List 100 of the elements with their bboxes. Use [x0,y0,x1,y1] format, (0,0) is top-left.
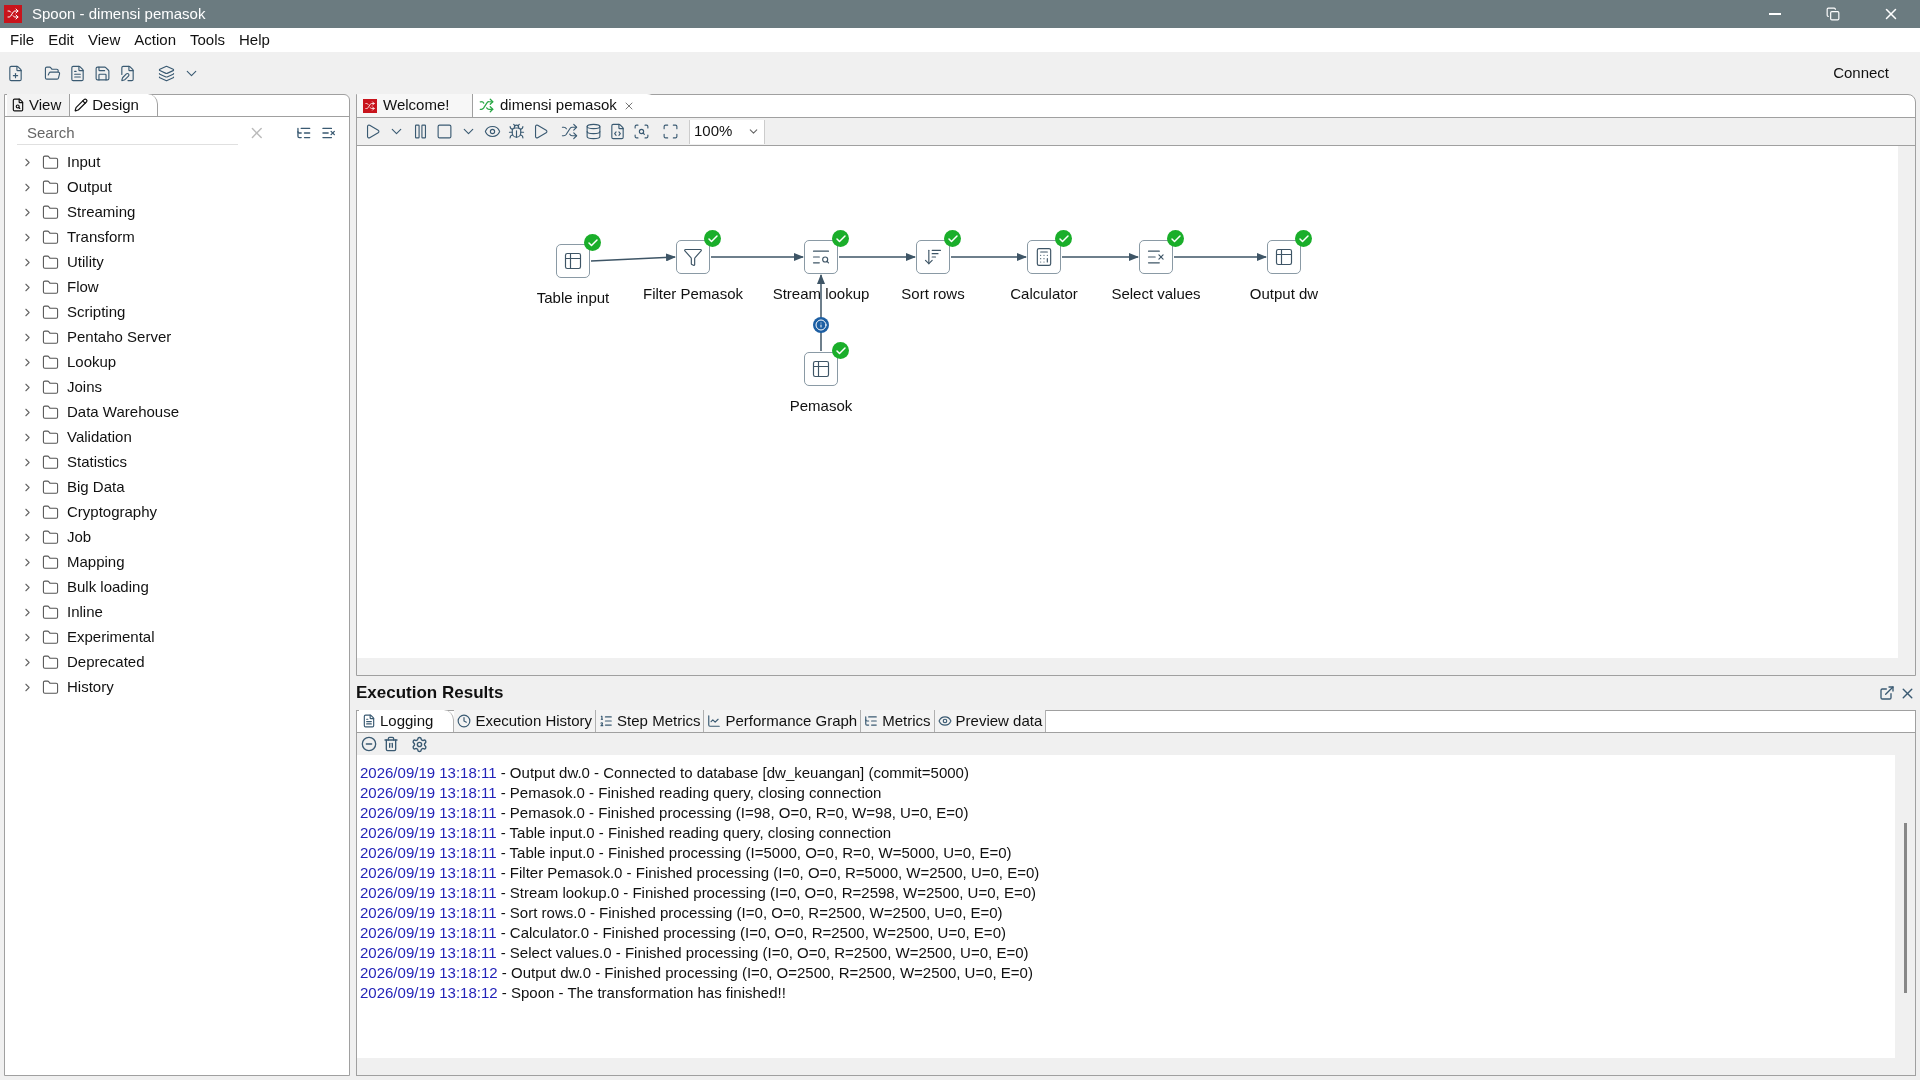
folder-icon [42,154,59,171]
results-tab[interactable]: Execution History [454,710,597,732]
tree-item[interactable]: Flow [5,275,349,300]
horizontal-scrollbar[interactable] [357,1058,1895,1075]
tree-item[interactable]: Output [5,175,349,200]
editor-tab[interactable]: Welcome! [357,94,472,117]
log-line: 2026/09/19 13:18:11 - Sort rows.0 - Finished processing (I=0, O=0, R=2500, W=2500, U=0, E=0) [360,903,1004,923]
panel-tab[interactable]: View [7,94,71,116]
step-label: Stream lookup [772,284,870,304]
folder-icon [42,454,59,471]
step-label: Filter Pemasok [643,284,743,304]
category-label: Validation [67,427,132,448]
folder-icon [42,679,59,696]
folder-icon [42,554,59,571]
tree-item[interactable]: Data Warehouse [5,400,349,425]
log-line: 2026/09/19 13:18:11 - Pemasok.0 - Finished processing (I=98, O=0, R=0, W=98, U=0, E=0) [360,803,970,823]
document-icon [362,714,376,728]
menu-item[interactable]: Help [232,28,277,52]
hop-arrow[interactable] [950,253,1027,261]
minus-icon[interactable] [361,736,377,752]
settings-icon[interactable] [411,735,428,753]
connect-button[interactable]: Connect [1830,61,1892,85]
step-node[interactable] [1027,240,1061,274]
menu-item[interactable]: Tools [183,28,232,52]
category-label: Streaming [67,202,136,223]
tree-item[interactable]: Statistics [5,450,349,475]
category-label: Experimental [67,627,155,648]
trash-icon[interactable] [383,736,399,752]
step-node[interactable] [1139,240,1173,274]
log-line: 2026/09/19 13:18:11 - Output dw.0 - Connected to database [dw_keuangan] (commit=5000) [360,763,970,783]
category-label: Data Warehouse [67,402,179,423]
tree-item[interactable]: Validation [5,425,349,450]
tree-item[interactable]: Experimental [5,625,349,650]
results-tab[interactable]: Performance Graph [704,710,862,732]
step-node[interactable] [804,352,838,386]
step-node[interactable] [1267,240,1301,274]
folder-icon [42,629,59,646]
results-tab[interactable]: Preview data [934,710,1047,732]
folder-icon [42,504,59,521]
window-title: Spoon - dimensi pemasok [32,3,206,24]
tree-item[interactable]: Cryptography [5,500,349,525]
transformation-icon [479,98,494,113]
vertical-scrollbar[interactable] [1895,755,1915,1075]
category-label: Transform [67,227,135,248]
calculator-icon [1034,247,1054,267]
hop-arrow[interactable] [838,253,916,261]
hop-arrow[interactable] [1173,253,1267,261]
folder-icon [42,604,59,621]
zoom-dropdown[interactable]: 100% [689,119,765,144]
category-label: Utility [67,252,104,273]
results-tab[interactable]: Metrics [861,710,935,732]
results-tab[interactable]: Step Metrics [596,710,705,732]
hop-arrow[interactable] [710,253,804,261]
category-label: Bulk loading [67,577,149,598]
tree-item[interactable]: Lookup [5,350,349,375]
step-node[interactable] [804,240,838,274]
tree-item[interactable]: Transform [5,225,349,250]
list-icon[interactable] [321,125,337,141]
restore-icon [1826,7,1840,21]
category-label: Scripting [67,302,126,323]
menu-item[interactable]: View [81,28,128,52]
vertical-scrollbar[interactable] [1898,146,1915,675]
menu-item[interactable]: Edit [41,28,82,52]
tree-item[interactable]: Utility [5,250,349,275]
step-node[interactable] [916,240,950,274]
category-label: Big Data [67,477,125,498]
tree-item[interactable]: Joins [5,375,349,400]
app-logo-icon [363,98,377,113]
horizontal-scrollbar[interactable] [357,658,1898,675]
category-label: Flow [67,277,99,298]
tree-item[interactable]: Inline [5,600,349,625]
tree-item[interactable]: Mapping [5,550,349,575]
tree-item[interactable]: Job [5,525,349,550]
pencil-icon [74,98,89,112]
menu-item[interactable]: File [3,28,42,52]
menu-item[interactable]: Action [127,28,183,52]
hop-arrow[interactable] [590,253,676,262]
tree-item[interactable]: Bulk loading [5,575,349,600]
folder-icon [42,379,59,396]
step-node[interactable] [676,240,710,274]
folder-icon [42,429,59,446]
tree-item[interactable]: History [5,675,349,700]
tree-icon[interactable] [295,125,312,141]
tree-item[interactable]: Pentaho Server [5,325,349,350]
panel-tab[interactable]: Design [70,94,158,116]
tree-item[interactable]: Input [5,150,349,175]
category-label: Deprecated [67,652,145,673]
step-node[interactable] [556,244,590,278]
list-icon [864,714,879,728]
tree-item[interactable]: Big Data [5,475,349,500]
folder-icon [42,654,59,671]
category-label: Input [67,152,101,173]
log-line: 2026/09/19 13:18:12 - Output dw.0 - Finished processing (I=0, O=2500, R=2500, W=2500, U=0, E=0) [360,963,1034,983]
detach-icon[interactable] [1879,685,1895,701]
tree-item[interactable]: Scripting [5,300,349,325]
info-icon [813,317,829,333]
results-tab[interactable]: Logging [359,710,455,732]
tree-item[interactable]: Streaming [5,200,349,225]
tree-item[interactable]: Deprecated [5,650,349,675]
hop-arrow[interactable] [1061,253,1139,261]
